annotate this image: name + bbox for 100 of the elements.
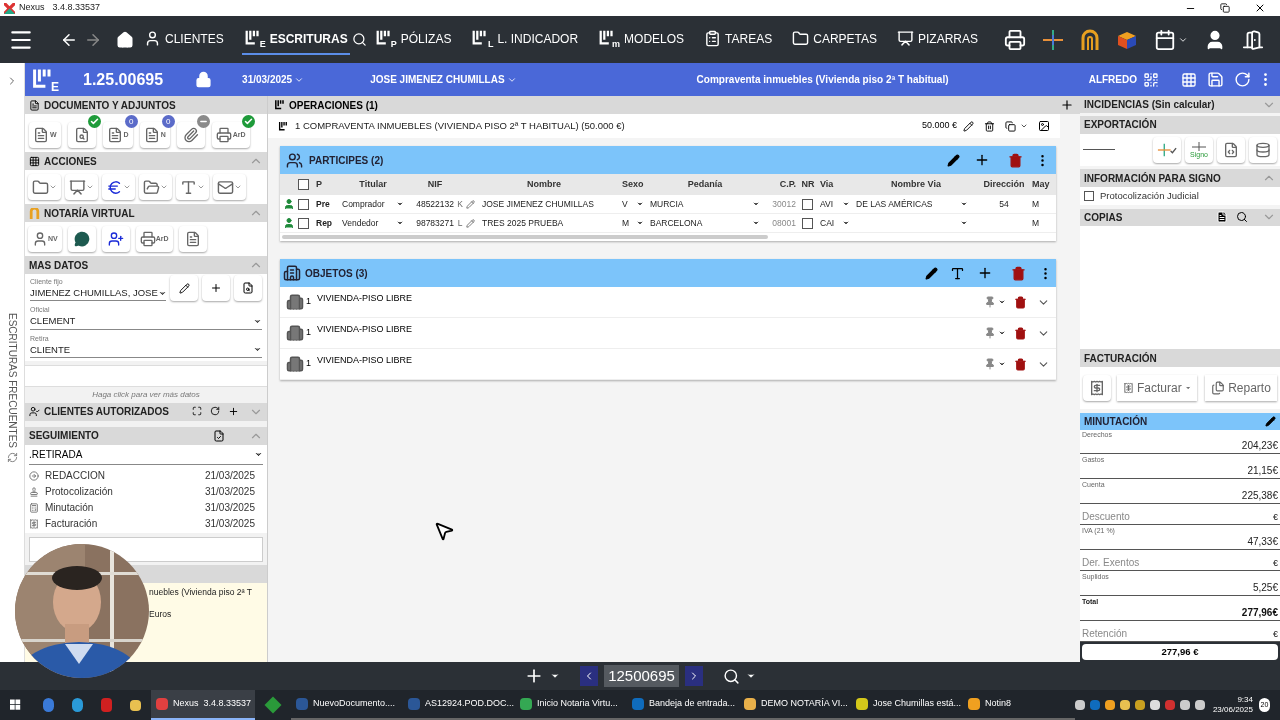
- windows-logo-icon[interactable]: [10, 698, 21, 712]
- object-title[interactable]: VIVIENDA-PISO LIBRE: [317, 323, 413, 337]
- file-code-button[interactable]: [1217, 136, 1245, 163]
- document-icon[interactable]: [213, 429, 225, 442]
- document-tool-button[interactable]: [67, 122, 96, 148]
- caret-icon[interactable]: [636, 200, 644, 208]
- add-icon[interactable]: [977, 265, 993, 281]
- seguimiento-header[interactable]: SEGUIMIENTO: [25, 426, 267, 445]
- action-button[interactable]: [213, 174, 246, 200]
- client-dropdown[interactable]: JOSE JIMENEZ CHUMILLAS: [370, 72, 517, 87]
- scrollbar[interactable]: [282, 235, 768, 239]
- nav-tab[interactable]: P PÓLIZAS: [372, 24, 454, 55]
- nav-tab[interactable]: CLIENTES: [142, 24, 226, 55]
- tray-icon[interactable]: [1134, 700, 1145, 710]
- tray-icon[interactable]: [1074, 700, 1085, 710]
- nav-tab[interactable]: PIZARRAS: [895, 24, 981, 55]
- record-field[interactable]: 12500695: [604, 665, 679, 687]
- column-header[interactable]: Titular: [342, 177, 404, 192]
- column-header[interactable]: NR: [796, 177, 820, 192]
- more-data-link[interactable]: Haga click para ver más datos: [25, 386, 267, 403]
- delete-icon[interactable]: [984, 120, 995, 132]
- incidencias-header[interactable]: INCIDENCIAS (Sin calcular): [1080, 96, 1280, 114]
- taskbar-app[interactable]: Bandeja de entrada...: [626, 690, 739, 720]
- column-header[interactable]: Dirección: [976, 177, 1032, 192]
- tray-icon[interactable]: [1149, 700, 1160, 710]
- add-button[interactable]: [202, 275, 230, 302]
- facturacion-header[interactable]: FACTURACIÓN: [1080, 349, 1280, 367]
- taskbar-app[interactable]: Nexus 3.4.8.33537: [150, 690, 255, 720]
- exportacion-header[interactable]: EXPORTACIÓN: [1080, 116, 1280, 134]
- exit-icon[interactable]: [1242, 28, 1264, 51]
- side-tab[interactable]: ESCRITURAS FRECUENTES: [4, 313, 20, 448]
- document-tool-button[interactable]: [176, 122, 205, 148]
- nr-checkbox[interactable]: [802, 198, 813, 210]
- row-checkbox[interactable]: [298, 217, 309, 229]
- caret-icon[interactable]: [842, 219, 850, 227]
- delete-icon[interactable]: [1014, 357, 1027, 371]
- qr-code-icon[interactable]: [1143, 71, 1159, 88]
- delete-icon[interactable]: [1014, 295, 1027, 309]
- column-header[interactable]: C.P.: [760, 177, 796, 192]
- pedania-select[interactable]: BARCELONA: [650, 216, 760, 230]
- caret-icon[interactable]: [998, 298, 1006, 306]
- caret-icon[interactable]: [745, 671, 756, 681]
- column-header[interactable]: May: [1032, 177, 1052, 192]
- virtual-notary-button[interactable]: [101, 226, 130, 252]
- taskbar-app[interactable]: AS12924.POD.DOC...: [402, 690, 515, 720]
- nr-checkbox[interactable]: [802, 217, 813, 229]
- object-title[interactable]: VIVIENDA-PISO LIBRE: [317, 292, 413, 306]
- caret-icon[interactable]: [550, 671, 561, 681]
- expand-icon[interactable]: [192, 406, 202, 417]
- virtual-notary-button[interactable]: [67, 226, 96, 252]
- tray-icon[interactable]: [1194, 700, 1205, 710]
- documento-header[interactable]: DOCUMENTO Y ADJUNTOS: [25, 96, 267, 114]
- caret-icon[interactable]: [636, 219, 644, 227]
- nav-tab[interactable]: TAREAS: [702, 24, 775, 55]
- date-dropdown[interactable]: 31/03/2025: [242, 72, 305, 87]
- caret-icon[interactable]: [1020, 122, 1028, 130]
- star-logo-icon[interactable]: [1042, 28, 1064, 51]
- tracking-step[interactable]: Facturación: [45, 516, 199, 532]
- action-button[interactable]: [139, 174, 172, 200]
- column-header[interactable]: Nombre: [466, 177, 622, 192]
- reload-icon[interactable]: [1234, 71, 1251, 88]
- database-button[interactable]: [1249, 136, 1277, 163]
- action-button[interactable]: [176, 174, 209, 200]
- folder-icon[interactable]: [129, 699, 141, 711]
- calendar-icon[interactable]: [1154, 28, 1176, 51]
- next-button[interactable]: [684, 666, 703, 686]
- operation-title[interactable]: 1 COMPRAVENTA INMUEBLES (VIVIENDA PISO 2ª T HABITUAL) (50.000 €): [295, 118, 625, 134]
- copy-icon[interactable]: [1005, 120, 1016, 132]
- copias-header[interactable]: COPIAS: [1080, 208, 1280, 227]
- save-icon[interactable]: [1207, 71, 1224, 88]
- tray-icon[interactable]: [1179, 700, 1190, 710]
- delete-icon[interactable]: [1014, 326, 1027, 340]
- virtual-notary-button[interactable]: [178, 226, 207, 252]
- mas-datos-header[interactable]: MAS DATOS: [25, 256, 267, 274]
- image-icon[interactable]: [1038, 120, 1050, 132]
- column-header[interactable]: Sexo: [622, 177, 650, 192]
- restore-icon[interactable]: [1220, 3, 1230, 13]
- info-signo-header[interactable]: INFORMACIÓN PARA SIGNO: [1080, 169, 1280, 187]
- caret-icon[interactable]: [842, 200, 850, 208]
- nav-tab[interactable]: m MODELOS: [596, 24, 687, 55]
- object-title[interactable]: VIVIENDA-PISO LIBRE: [317, 354, 413, 368]
- previous-button[interactable]: [580, 666, 599, 686]
- edit-icon[interactable]: [1265, 415, 1276, 427]
- printer-icon[interactable]: [1004, 28, 1026, 51]
- tray-icon[interactable]: [1119, 700, 1130, 710]
- tray-icon[interactable]: [1104, 700, 1115, 710]
- add-icon[interactable]: [228, 406, 239, 418]
- taskbar-app[interactable]: Notin8: [962, 690, 1075, 720]
- add-icon[interactable]: [974, 152, 990, 168]
- taskbar-app[interactable]: Jose Chumillas está...: [850, 690, 963, 720]
- notaria-header[interactable]: NOTARÍA VIRTUAL: [25, 204, 267, 222]
- caret-icon[interactable]: [998, 360, 1006, 368]
- search-icon[interactable]: [351, 32, 367, 47]
- action-button[interactable]: [102, 174, 135, 200]
- role-select[interactable]: Comprador: [342, 197, 404, 211]
- nav-tab[interactable]: L L. INDICADOR: [469, 24, 581, 55]
- billing-button[interactable]: Facturar: [1117, 374, 1197, 401]
- column-header[interactable]: Nombre Via: [856, 177, 976, 192]
- close-icon[interactable]: [1254, 2, 1266, 14]
- caret-icon[interactable]: [998, 329, 1006, 337]
